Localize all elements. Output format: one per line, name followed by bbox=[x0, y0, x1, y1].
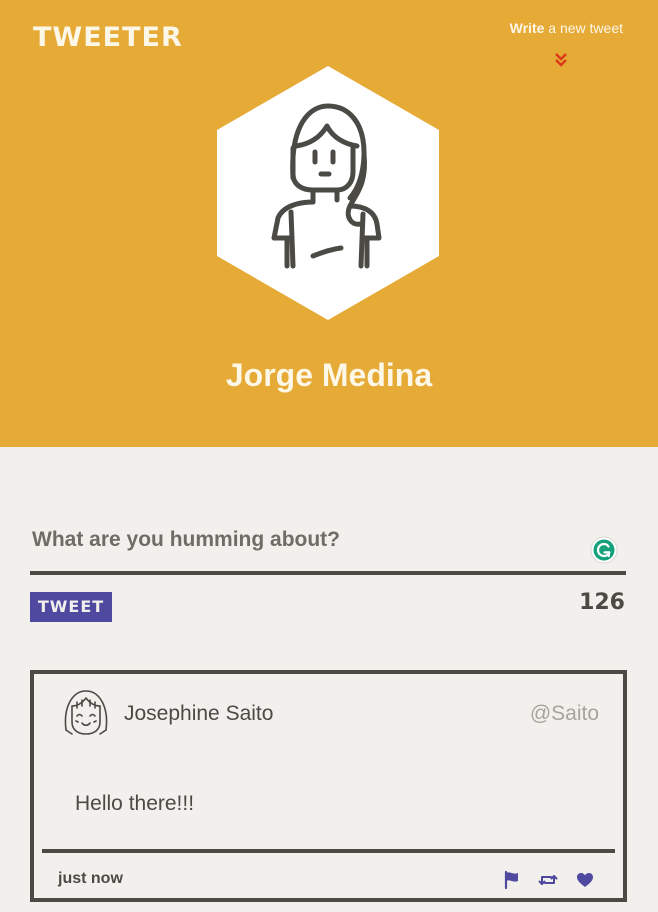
tweet-button[interactable]: TWEET bbox=[30, 592, 112, 622]
author-handle: @Saito bbox=[529, 702, 599, 725]
compose-divider bbox=[30, 571, 626, 575]
write-tweet-link[interactable]: Write a new tweet bbox=[510, 20, 623, 36]
profile-avatar bbox=[217, 66, 439, 320]
flag-icon[interactable] bbox=[502, 870, 522, 890]
retweet-icon[interactable] bbox=[538, 870, 558, 890]
character-counter: 126 bbox=[579, 590, 625, 615]
chevron-double-down-icon[interactable] bbox=[553, 52, 569, 68]
author-name: Josephine Saito bbox=[124, 702, 274, 725]
tweet-text: Hello there!!! bbox=[75, 792, 195, 815]
write-link-bold: Write bbox=[509, 20, 545, 36]
app-logo: TWEETER bbox=[33, 22, 183, 53]
tweet-card: Josephine Saito @Saito Hello there!!! ju… bbox=[30, 670, 627, 902]
tweet-timestamp: just now bbox=[58, 870, 123, 887]
tweet-divider bbox=[42, 849, 615, 853]
tweet-compose-input[interactable]: What are you humming about? bbox=[32, 528, 592, 560]
write-link-rest: a new tweet bbox=[544, 20, 623, 36]
grammarly-icon[interactable] bbox=[590, 536, 618, 564]
profile-name: Jorge Medina bbox=[225, 357, 433, 393]
profile-header: TWEETER Write a new tweet Jorge Medina bbox=[0, 0, 658, 447]
author-avatar bbox=[64, 690, 108, 735]
heart-icon[interactable] bbox=[575, 870, 595, 890]
